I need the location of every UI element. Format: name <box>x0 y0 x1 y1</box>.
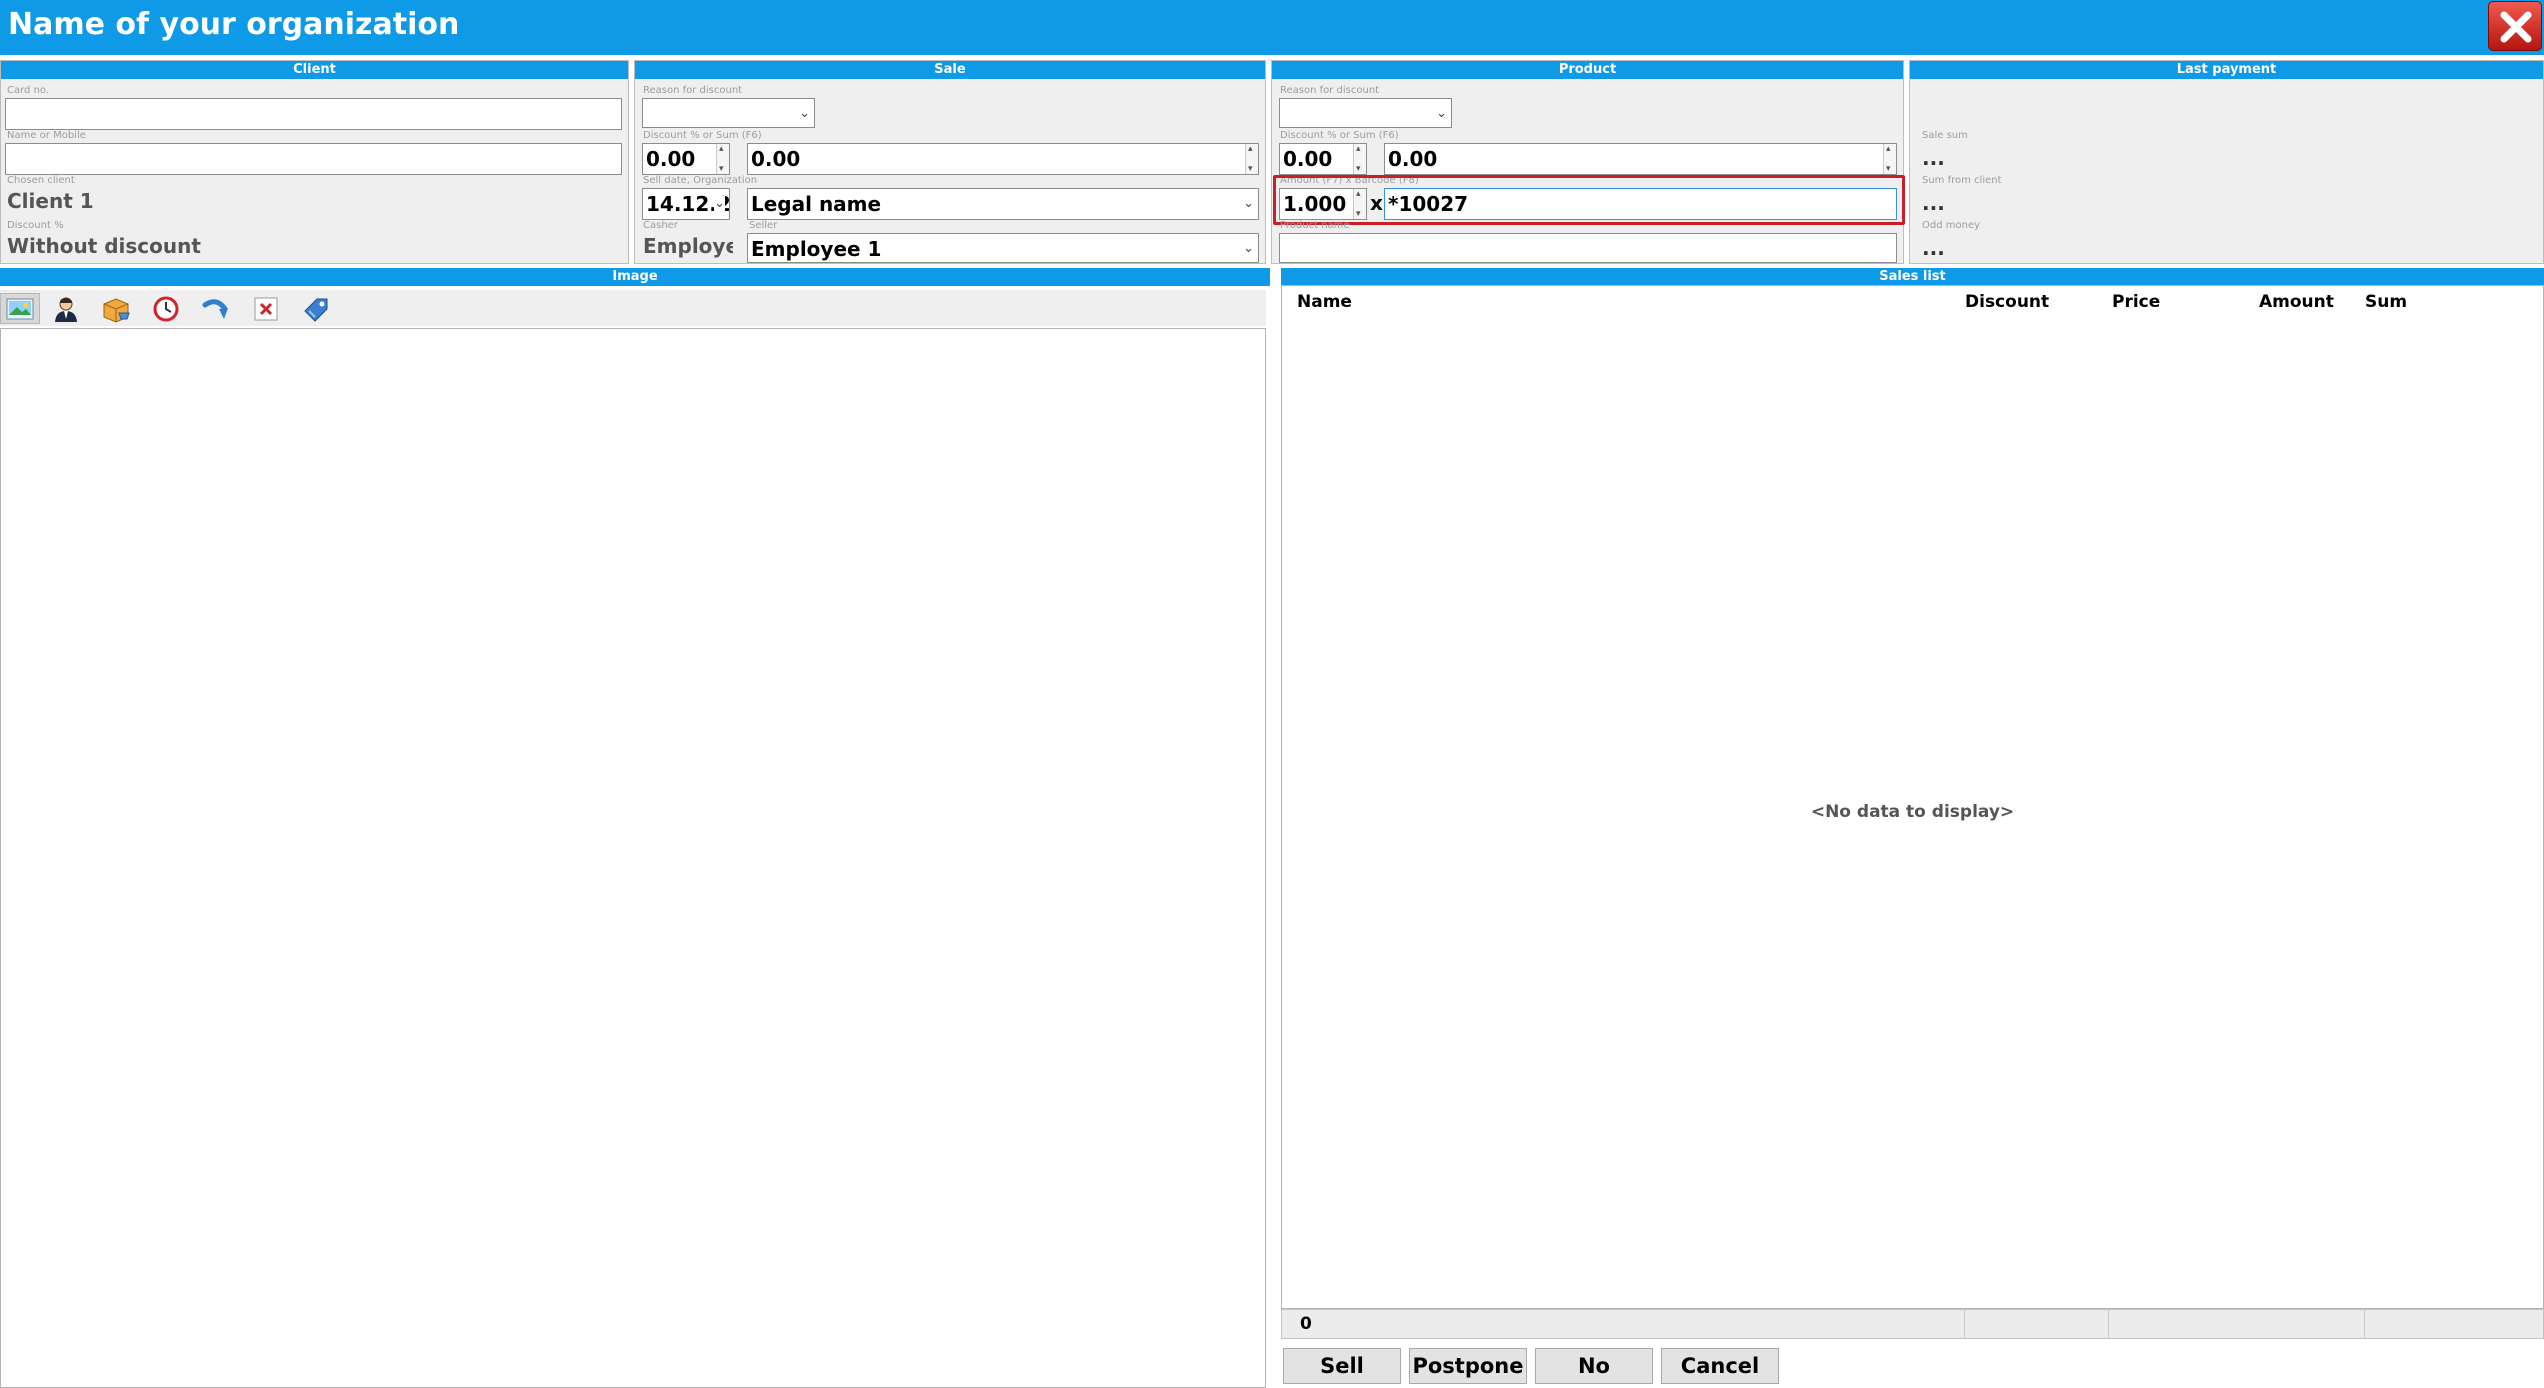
product-reason-label: Reason for discount <box>1280 85 1380 96</box>
card-no-input[interactable] <box>5 98 622 130</box>
return-arrow-icon <box>202 298 228 319</box>
spinner-icon[interactable] <box>716 144 729 174</box>
sell-date-org-label: Sell date, Organization <box>643 175 758 186</box>
product-discount-percent-value: 0.00 <box>1283 147 1333 171</box>
seller-label: Seller <box>749 220 778 231</box>
empty-state-text: <No data to display> <box>1810 802 2015 822</box>
image-toolbar <box>0 290 1266 326</box>
tag-button[interactable] <box>296 293 336 324</box>
odd-money-value: ... <box>1922 236 1945 260</box>
picture-button[interactable] <box>0 293 40 324</box>
sale-panel-header: Sale <box>635 61 1265 79</box>
product-discount-percent-input[interactable]: 0.00 <box>1279 143 1367 175</box>
column-header-amount[interactable]: Amount <box>2259 292 2334 312</box>
product-discount-label: Discount % or Sum (F6) <box>1280 130 1399 141</box>
sale-reason-label: Reason for discount <box>643 85 743 96</box>
chevron-down-icon: ⌄ <box>799 106 810 121</box>
footer-divider <box>2108 1310 2109 1338</box>
sale-discount-percent-value: 0.00 <box>646 147 696 171</box>
sale-sum-label: Sale sum <box>1922 130 1968 141</box>
column-header-discount[interactable]: Discount <box>1965 292 2049 312</box>
product-reason-select[interactable]: ⌄ <box>1279 98 1452 128</box>
row-count: 0 <box>1300 1314 1312 1334</box>
sales-list-grid[interactable]: Name Discount Price Amount Sum <No data … <box>1281 285 2544 1309</box>
footer-divider <box>1964 1310 1965 1338</box>
chevron-down-icon: ⌄ <box>1436 106 1447 121</box>
column-header-name[interactable]: Name <box>1297 292 1352 312</box>
highlight-box <box>1273 175 1905 225</box>
last-payment-panel-header: Last payment <box>1910 61 2543 79</box>
spinner-icon[interactable] <box>1245 144 1258 174</box>
sales-list-footer: 0 <box>1281 1309 2544 1339</box>
client-discount-label: Discount % <box>7 220 64 231</box>
sale-sum-value: ... <box>1922 146 1945 170</box>
window-title: Name of your organization <box>8 7 460 42</box>
product-name-input[interactable] <box>1279 233 1897 263</box>
chevron-down-icon: ⌄ <box>714 196 725 211</box>
column-header-sum[interactable]: Sum <box>2365 292 2407 312</box>
client-button[interactable] <box>46 293 86 324</box>
name-or-mobile-input[interactable] <box>5 143 622 175</box>
clock-icon <box>153 296 179 321</box>
close-button[interactable] <box>2488 1 2542 51</box>
organization-value: Legal name <box>751 192 882 216</box>
picture-icon <box>6 298 34 319</box>
image-area <box>0 328 1266 1388</box>
odd-money-label: Odd money <box>1922 220 1981 231</box>
organization-select[interactable]: Legal name ⌄ <box>747 188 1259 220</box>
title-bar: Name of your organization <box>0 0 2544 55</box>
product-discount-sum-value: 0.00 <box>1388 147 1438 171</box>
cashier-label: Casher <box>643 220 678 231</box>
sale-discount-label: Discount % or Sum (F6) <box>643 130 762 141</box>
cancel-button[interactable]: Cancel <box>1661 1348 1779 1384</box>
no-button[interactable]: No <box>1535 1348 1653 1384</box>
spinner-icon[interactable] <box>1353 144 1366 174</box>
sell-button[interactable]: Sell <box>1283 1348 1401 1384</box>
clock-button[interactable] <box>146 293 186 324</box>
sale-discount-percent-input[interactable]: 0.00 <box>642 143 730 175</box>
name-or-mobile-label: Name or Mobile <box>7 130 86 141</box>
return-button[interactable] <box>196 293 236 324</box>
spinner-icon[interactable] <box>1883 144 1896 174</box>
close-icon <box>2500 11 2532 43</box>
card-no-label: Card no. <box>7 85 50 96</box>
product-name-label: Product name <box>1280 220 1350 231</box>
sale-discount-sum-value: 0.00 <box>751 147 801 171</box>
product-panel: Product Reason for discount ⌄ Discount %… <box>1271 60 1905 264</box>
sales-list-header: Sales list <box>1281 268 2544 285</box>
client-discount-value: Without discount <box>7 234 201 258</box>
sum-from-client-value: ... <box>1922 191 1945 215</box>
sum-from-client-label: Sum from client <box>1922 175 2002 186</box>
sale-panel: Sale Reason for discount ⌄ Discount % or… <box>634 60 1266 264</box>
chosen-client-value: Client 1 <box>7 189 94 213</box>
client-panel: Client Card no. Name or Mobile Chosen cl… <box>0 60 629 264</box>
sale-reason-select[interactable]: ⌄ <box>642 98 815 128</box>
delete-icon <box>254 297 278 320</box>
footer-divider <box>2364 1310 2365 1338</box>
delete-button[interactable] <box>246 293 286 324</box>
last-payment-panel: Last payment Sale sum ... Sum from clien… <box>1909 60 2544 264</box>
sell-date-picker[interactable]: 14.12.2 ⌄ <box>642 188 730 220</box>
product-button[interactable] <box>96 293 136 324</box>
column-header-price[interactable]: Price <box>2112 292 2160 312</box>
chosen-client-label: Chosen client <box>7 175 75 186</box>
seller-select[interactable]: Employee 1 ⌄ <box>747 233 1259 263</box>
client-icon <box>55 297 77 322</box>
chevron-down-icon: ⌄ <box>1243 241 1254 256</box>
chevron-down-icon: ⌄ <box>1243 196 1254 211</box>
seller-value: Employee 1 <box>751 237 882 261</box>
image-panel-header: Image <box>0 268 1270 286</box>
client-panel-header: Client <box>1 61 628 79</box>
product-panel-header: Product <box>1272 61 1903 79</box>
cashier-value: Employe <box>643 234 733 258</box>
postpone-button[interactable]: Postpone <box>1409 1348 1527 1384</box>
tag-icon <box>304 298 328 322</box>
sale-discount-sum-input[interactable]: 0.00 <box>747 143 1259 175</box>
product-discount-sum-input[interactable]: 0.00 <box>1384 143 1897 175</box>
product-box-icon <box>103 297 130 323</box>
